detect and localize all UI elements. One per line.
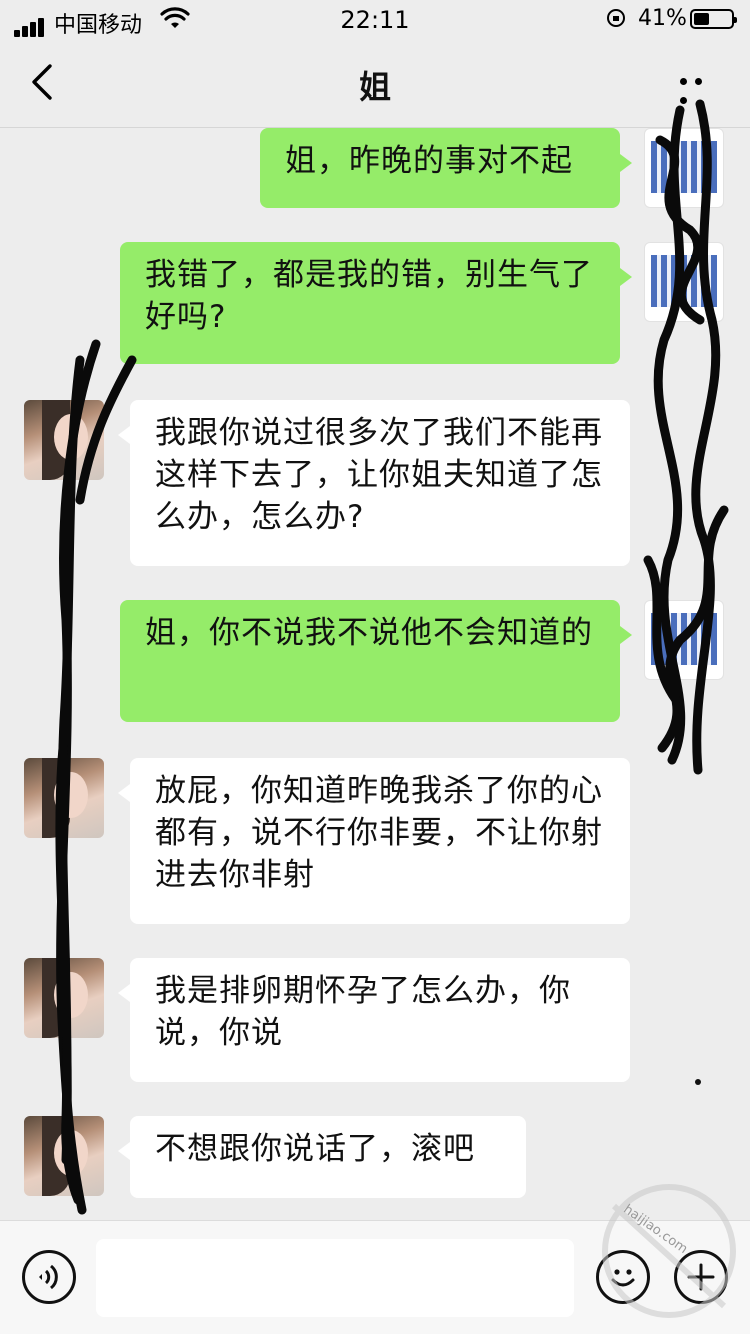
my-avatar[interactable] [644,128,724,208]
message-text: 我是排卵期怀孕了怎么办，你说，你说 [155,973,571,1051]
message-bubble[interactable]: 姐，你不说我不说他不会知道的 [120,600,632,722]
message-bubble[interactable]: 我是排卵期怀孕了怎么办，你说，你说 [118,958,630,1082]
voice-icon [39,1264,58,1290]
status-bar: 中国移动 22:11 41% [0,0,750,40]
input-bar [0,1220,750,1334]
emoji-icon [611,1269,635,1287]
contact-avatar[interactable] [24,400,104,480]
message-bubble[interactable]: 我错了，都是我的错，别生气了好吗? [120,242,632,364]
plus-button[interactable] [674,1250,728,1304]
battery-percent: 41% [638,6,687,31]
message-list[interactable]: 姐，昨晚的事对不起 我错了，都是我的错，别生气了好吗? 我跟你说过很多次了我们不… [0,128,750,1220]
message-text: 姐，你不说我不说他不会知道的 [145,615,593,651]
my-avatar[interactable] [644,242,724,322]
message-bubble[interactable]: 我跟你说过很多次了我们不能再这样下去了，让你姐夫知道了怎么办，怎么办? [118,400,630,566]
message-bubble[interactable]: 放屁，你知道昨晚我杀了你的心都有，说不行你非要，不让你射进去你非射 [118,758,630,924]
emoji-button[interactable] [596,1250,650,1304]
chat-header: 姐 [0,40,750,128]
message-text: 我错了，都是我的错，别生气了好吗? [145,257,593,335]
message-bubble[interactable]: 不想跟你说话了，滚吧 [118,1116,526,1198]
voice-button[interactable] [22,1250,76,1304]
message-text: 我跟你说过很多次了我们不能再这样下去了，让你姐夫知道了怎么办，怎么办? [155,415,603,535]
orientation-lock-icon [606,8,626,28]
contact-avatar[interactable] [24,958,104,1038]
message-text: 放屁，你知道昨晚我杀了你的心都有，说不行你非要，不让你射进去你非射 [155,773,603,893]
message-text: 姐，昨晚的事对不起 [285,143,573,179]
message-text: 不想跟你说话了，滚吧 [155,1131,475,1167]
contact-avatar[interactable] [24,758,104,838]
message-bubble[interactable]: 姐，昨晚的事对不起 [260,128,632,208]
contact-avatar[interactable] [24,1116,104,1196]
more-button[interactable] [676,70,720,104]
battery-icon [690,9,737,29]
my-avatar[interactable] [644,600,724,680]
chat-title: 姐 [358,68,391,106]
message-input[interactable] [96,1239,574,1317]
plus-icon [687,1263,715,1291]
